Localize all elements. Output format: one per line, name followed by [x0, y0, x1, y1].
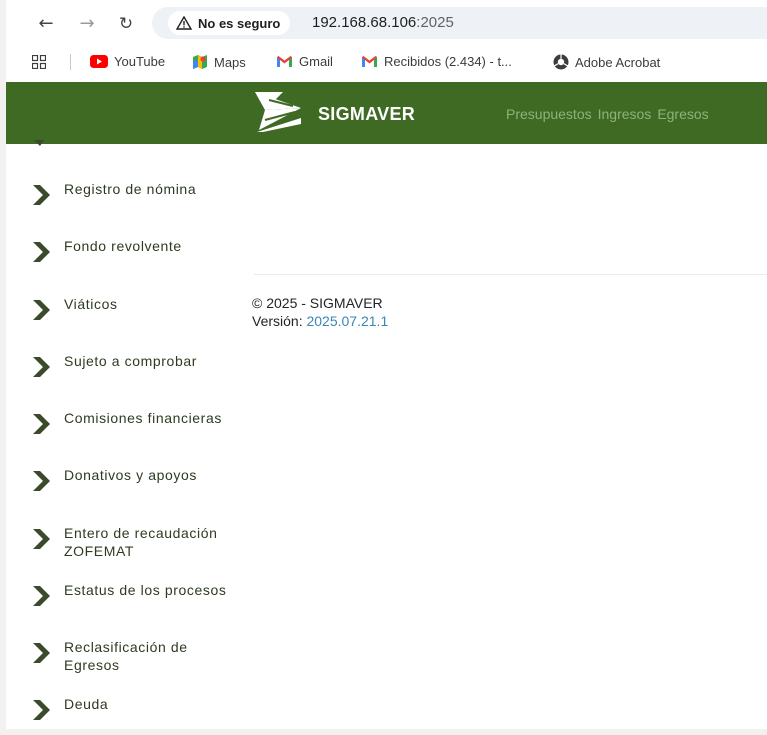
security-label: No es seguro — [198, 15, 281, 31]
chevron-right-icon — [33, 586, 50, 606]
address-bar[interactable]: No es seguro 192.168.68.106:2025 — [152, 7, 767, 39]
nav-ingresos[interactable]: Ingresos — [598, 106, 652, 122]
browser-window: ← → ↻ No es seguro 192.168.68.106:2025 Y… — [6, 0, 767, 729]
url-text[interactable]: 192.168.68.106:2025 — [312, 14, 454, 31]
version-value: 2025.07.21.1 — [306, 313, 389, 329]
security-chip[interactable]: No es seguro — [168, 11, 291, 35]
bookmark-label: Gmail — [299, 54, 333, 69]
back-arrow-icon[interactable]: ← — [34, 12, 58, 36]
version-line: Versión: 2025.07.21.1 — [252, 312, 388, 330]
sidebar-item-estatus-procesos[interactable]: Estatus de los procesos — [30, 581, 254, 607]
sidebar-item-sujeto-comprobar[interactable]: Sujeto a comprobar — [30, 352, 254, 378]
chevron-right-icon — [33, 414, 50, 434]
chevron-right-icon — [33, 471, 50, 491]
url-host: 192.168.68.106 — [312, 14, 417, 31]
footer-divider — [254, 274, 767, 275]
sidebar-item-deuda[interactable]: Deuda — [30, 695, 254, 721]
acrobat-icon — [553, 54, 569, 70]
chevron-right-icon — [34, 140, 44, 146]
sidebar-item-registro-nomina[interactable]: Registro de nómina — [30, 180, 254, 206]
top-navigation: Presupuestos Ingresos Egresos — [506, 106, 709, 122]
brand-name[interactable]: SIGMAVER — [318, 104, 415, 125]
chevron-right-icon — [33, 529, 50, 549]
chevron-right-icon — [33, 643, 50, 663]
bookmark-label: YouTube — [114, 54, 166, 69]
sidebar-item-comisiones-financieras[interactable]: Comisiones financieras — [30, 409, 254, 435]
sidebar-item-label: Entero de recaudación ZOFEMAT — [64, 525, 218, 559]
sidebar-item-donativos-apoyos[interactable]: Donativos y apoyos — [30, 466, 254, 492]
bookmark-label: Recibidos (2.434) - t... — [384, 54, 512, 69]
sidebar-item-entero-zofemat[interactable]: Entero de recaudación ZOFEMAT — [30, 524, 244, 560]
bookmark-label: Maps — [214, 54, 246, 70]
page-footer: © 2025 - SIGMAVER Versión: 2025.07.21.1 — [252, 294, 388, 330]
bookmarks-bar: YouTube Maps Gmail Recibidos (2.434) - t… — [6, 46, 767, 76]
sidebar-item-label: Reclasificación de Egresos — [64, 639, 188, 673]
warning-icon — [176, 16, 192, 30]
sidebar-item-label: Fondo revolvente — [64, 238, 182, 254]
sidebar-item-label: Donativos y apoyos — [64, 467, 197, 483]
bookmark-maps[interactable]: Maps — [192, 54, 246, 70]
sidebar-item-label: Viáticos — [64, 296, 118, 312]
reload-icon[interactable]: ↻ — [114, 12, 138, 36]
bookmark-recibidos[interactable]: Recibidos (2.434) - t... — [361, 54, 512, 69]
sidebar-item-label: Estatus de los procesos — [64, 582, 227, 598]
nav-egresos[interactable]: Egresos — [657, 106, 708, 122]
sigmaver-logo-icon[interactable] — [253, 90, 303, 134]
sidebar-item-viaticos[interactable]: Viáticos — [30, 295, 254, 321]
gmail-icon — [362, 56, 377, 67]
sidebar-item-reclasificacion-egresos[interactable]: Reclasificación de Egresos — [30, 638, 214, 674]
chevron-right-icon — [33, 700, 50, 720]
bookmark-acrobat[interactable]: Adobe Acrobat — [553, 54, 660, 70]
maps-icon — [193, 55, 207, 69]
sidebar-item-label: Sujeto a comprobar — [64, 353, 197, 369]
copyright-text: © 2025 - SIGMAVER — [252, 295, 383, 311]
gmail-icon — [277, 56, 292, 67]
sidebar-item-fondo-revolvente[interactable]: Fondo revolvente — [30, 237, 254, 263]
browser-toolbar: ← → ↻ No es seguro 192.168.68.106:2025 — [6, 0, 767, 44]
sidebar-item-label: Registro de nómina — [64, 181, 197, 197]
youtube-icon — [90, 55, 108, 68]
forward-arrow-icon[interactable]: → — [75, 12, 99, 36]
url-port: :2025 — [416, 14, 454, 31]
chevron-right-icon — [33, 242, 50, 262]
bookmark-label: Adobe Acrobat — [575, 54, 661, 70]
sidebar-item-label: Comisiones financieras — [64, 410, 222, 426]
bookmarks-divider — [70, 54, 71, 70]
chevron-right-icon — [33, 185, 50, 205]
chevron-right-icon — [33, 300, 50, 320]
apps-grid-icon[interactable] — [32, 55, 46, 69]
sidebar: Registro de nómina Fondo revolvente Viát… — [6, 140, 256, 729]
sidebar-item-label: Deuda — [64, 696, 109, 712]
bookmark-gmail[interactable]: Gmail — [276, 54, 333, 69]
nav-presupuestos[interactable]: Presupuestos — [506, 106, 592, 122]
chevron-right-icon — [33, 357, 50, 377]
bookmark-youtube[interactable]: YouTube — [90, 54, 165, 69]
app-header: SIGMAVER Presupuestos Ingresos Egresos — [6, 82, 767, 144]
version-label: Versión: — [252, 313, 303, 329]
